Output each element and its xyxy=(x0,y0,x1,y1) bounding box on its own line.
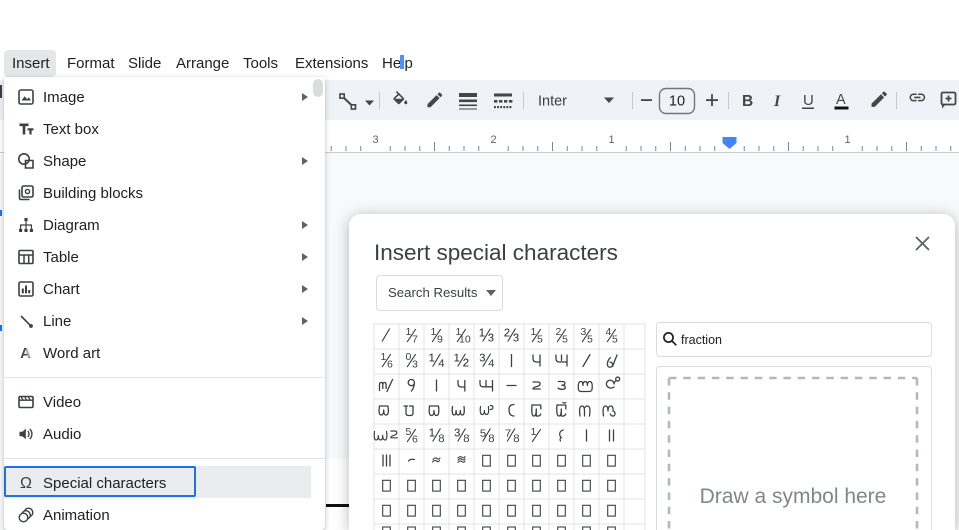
svg-text:0: 0 xyxy=(405,351,411,363)
svg-text:5: 5 xyxy=(537,334,543,346)
svg-text:5: 5 xyxy=(612,334,618,346)
svg-text:1: 1 xyxy=(430,326,436,338)
svg-text:Ω: Ω xyxy=(20,475,32,492)
svg-text:¼: ¼ xyxy=(429,351,445,371)
svg-text:I: I xyxy=(773,93,781,110)
svg-text:7: 7 xyxy=(412,334,418,346)
svg-text:3: 3 xyxy=(580,326,586,338)
svg-text:⅜: ⅜ xyxy=(454,426,470,446)
svg-text:2: 2 xyxy=(490,134,496,146)
svg-text:⁄: ⁄ xyxy=(381,326,391,346)
svg-text:2: 2 xyxy=(555,326,561,338)
svg-text:3: 3 xyxy=(412,359,418,371)
svg-text:1: 1 xyxy=(608,134,614,146)
svg-text:⅓: ⅓ xyxy=(479,326,494,346)
svg-text:1: 1 xyxy=(405,326,411,338)
svg-text:5: 5 xyxy=(562,334,568,346)
svg-text:6: 6 xyxy=(387,359,393,371)
svg-text:⅛: ⅛ xyxy=(429,426,445,446)
svg-text:Inter: Inter xyxy=(538,94,567,110)
svg-text:⅔: ⅔ xyxy=(504,326,519,346)
svg-text:1: 1 xyxy=(530,326,536,338)
svg-text:10: 10 xyxy=(459,334,471,346)
svg-text:B: B xyxy=(742,93,753,110)
svg-text:6: 6 xyxy=(412,434,418,446)
svg-text:9: 9 xyxy=(437,334,443,346)
svg-text:1: 1 xyxy=(380,351,386,363)
svg-text:⅞: ⅞ xyxy=(504,426,520,446)
svg-text:A: A xyxy=(836,92,846,108)
svg-text:4: 4 xyxy=(605,326,611,338)
svg-text:⅝: ⅝ xyxy=(479,426,495,446)
svg-text:U: U xyxy=(803,92,814,109)
svg-text:A: A xyxy=(20,345,31,362)
svg-text:1: 1 xyxy=(530,426,536,438)
svg-text:5: 5 xyxy=(587,334,593,346)
svg-text:5: 5 xyxy=(405,426,411,438)
svg-text:10: 10 xyxy=(669,94,685,110)
svg-text:¾: ¾ xyxy=(479,351,495,371)
svg-text:1: 1 xyxy=(844,134,850,146)
svg-text:½: ½ xyxy=(454,351,469,371)
svg-text:3: 3 xyxy=(372,134,378,146)
